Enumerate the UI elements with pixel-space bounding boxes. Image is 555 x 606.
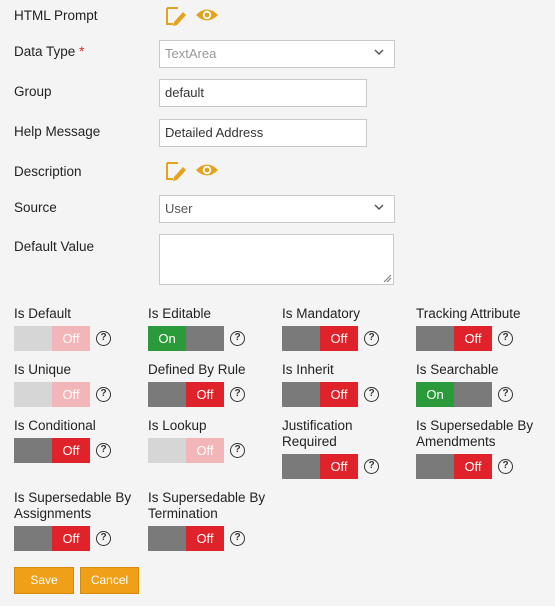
help-icon[interactable]: ? (96, 331, 111, 346)
help-icon[interactable]: ? (364, 459, 379, 474)
is-lookup-toggle-knob (148, 438, 186, 463)
is-editable-toggle-knob (186, 326, 224, 351)
help-icon[interactable]: ? (230, 443, 245, 458)
is-lookup-label: Is Lookup (148, 418, 207, 433)
justification-required-toggle-text: Off (320, 454, 358, 479)
is-mandatory-toggle-knob (282, 326, 320, 351)
group-input[interactable]: default (159, 79, 367, 107)
chevron-down-icon (374, 204, 384, 211)
is-conditional-label: Is Conditional (14, 418, 96, 433)
is-mandatory-label: Is Mandatory (282, 306, 361, 321)
help-icon[interactable]: ? (96, 443, 111, 458)
default-value-textarea[interactable] (159, 234, 394, 285)
is-default-toggle-text: Off (52, 326, 90, 351)
help-message-input[interactable]: Detailed Address (159, 119, 367, 147)
tracking-attribute-toggle-knob (416, 326, 454, 351)
tracking-attribute-toggle-text: Off (454, 326, 492, 351)
is-supersedable-by-termination-toggle[interactable]: Off (148, 526, 224, 551)
source-label: Source (14, 200, 57, 215)
tracking-attribute-toggle[interactable]: Off (416, 326, 492, 351)
is-unique-label: Is Unique (14, 362, 72, 377)
default-value-label: Default Value (14, 239, 95, 254)
is-inherit-toggle-text: Off (320, 382, 358, 407)
justification-required-toggle-knob (282, 454, 320, 479)
is-supersedable-by-amendments-toggle-knob (416, 454, 454, 479)
help-icon[interactable]: ? (498, 459, 513, 474)
help-icon[interactable]: ? (498, 387, 513, 402)
is-unique-toggle-knob (14, 382, 52, 407)
required-asterisk: * (79, 44, 85, 59)
is-supersedable-by-amendments-label: Is Supersedable By Amendments (416, 418, 534, 449)
is-supersedable-by-assignments-toggle-text: Off (52, 526, 90, 551)
help-icon[interactable]: ? (364, 387, 379, 402)
is-default-label: Is Default (14, 306, 72, 321)
resize-grip-icon[interactable] (382, 273, 392, 283)
is-supersedable-by-assignments-toggle[interactable]: Off (14, 526, 90, 551)
help-icon[interactable]: ? (230, 331, 245, 346)
help-icon[interactable]: ? (96, 531, 111, 546)
is-mandatory-toggle[interactable]: Off (282, 326, 358, 351)
is-supersedable-by-amendments-toggle[interactable]: Off (416, 454, 492, 479)
is-mandatory-toggle-text: Off (320, 326, 358, 351)
is-supersedable-by-termination-toggle-knob (148, 526, 186, 551)
help-message-label: Help Message (14, 124, 101, 139)
justification-required-toggle[interactable]: Off (282, 454, 358, 479)
edit-icon[interactable] (164, 5, 188, 27)
is-inherit-toggle-knob (282, 382, 320, 407)
is-searchable-toggle-text: On (416, 382, 454, 407)
is-conditional-toggle[interactable]: Off (14, 438, 90, 463)
is-unique-toggle-text: Off (52, 382, 90, 407)
help-icon[interactable]: ? (498, 331, 513, 346)
defined-by-rule-toggle[interactable]: Off (148, 382, 224, 407)
help-icon[interactable]: ? (364, 331, 379, 346)
is-supersedable-by-amendments-toggle-text: Off (454, 454, 492, 479)
data-type-label: Data Type * (14, 44, 85, 59)
is-supersedable-by-termination-toggle-text: Off (186, 526, 224, 551)
is-conditional-toggle-knob (14, 438, 52, 463)
is-default-toggle: Off (14, 326, 90, 351)
defined-by-rule-toggle-knob (148, 382, 186, 407)
is-supersedable-by-assignments-label: Is Supersedable By Assignments (14, 490, 132, 521)
is-editable-toggle[interactable]: On (148, 326, 224, 351)
is-supersedable-by-assignments-toggle-knob (14, 526, 52, 551)
help-icon[interactable]: ? (96, 387, 111, 402)
chevron-down-icon (374, 49, 384, 56)
source-value: User (165, 201, 193, 216)
justification-required-label: Justification Required (282, 418, 353, 449)
data-type-value: TextArea (165, 46, 217, 61)
source-select[interactable]: User (159, 195, 395, 223)
is-lookup-toggle-text: Off (186, 438, 224, 463)
is-supersedable-by-termination-label: Is Supersedable By Termination (148, 490, 266, 521)
is-conditional-toggle-text: Off (52, 438, 90, 463)
save-button[interactable]: Save (14, 567, 74, 594)
cancel-button[interactable]: Cancel (80, 567, 139, 594)
is-searchable-label: Is Searchable (416, 362, 499, 377)
data-type-select[interactable]: TextArea (159, 40, 395, 68)
help-icon[interactable]: ? (230, 531, 245, 546)
description-label: Description (14, 164, 82, 179)
group-label: Group (14, 84, 52, 99)
html-prompt-label: HTML Prompt (14, 8, 98, 23)
is-inherit-label: Is Inherit (282, 362, 334, 377)
eye-icon[interactable] (195, 7, 219, 23)
is-searchable-toggle-knob (454, 382, 492, 407)
defined-by-rule-label: Defined By Rule (148, 362, 246, 377)
help-icon[interactable]: ? (230, 387, 245, 402)
tracking-attribute-label: Tracking Attribute (416, 306, 521, 321)
is-unique-toggle: Off (14, 382, 90, 407)
is-editable-toggle-text: On (148, 326, 186, 351)
is-inherit-toggle[interactable]: Off (282, 382, 358, 407)
eye-icon[interactable] (195, 162, 219, 178)
edit-icon[interactable] (164, 160, 188, 182)
is-editable-label: Is Editable (148, 306, 212, 321)
is-searchable-toggle[interactable]: On (416, 382, 492, 407)
is-lookup-toggle: Off (148, 438, 224, 463)
is-default-toggle-knob (14, 326, 52, 351)
defined-by-rule-toggle-text: Off (186, 382, 224, 407)
